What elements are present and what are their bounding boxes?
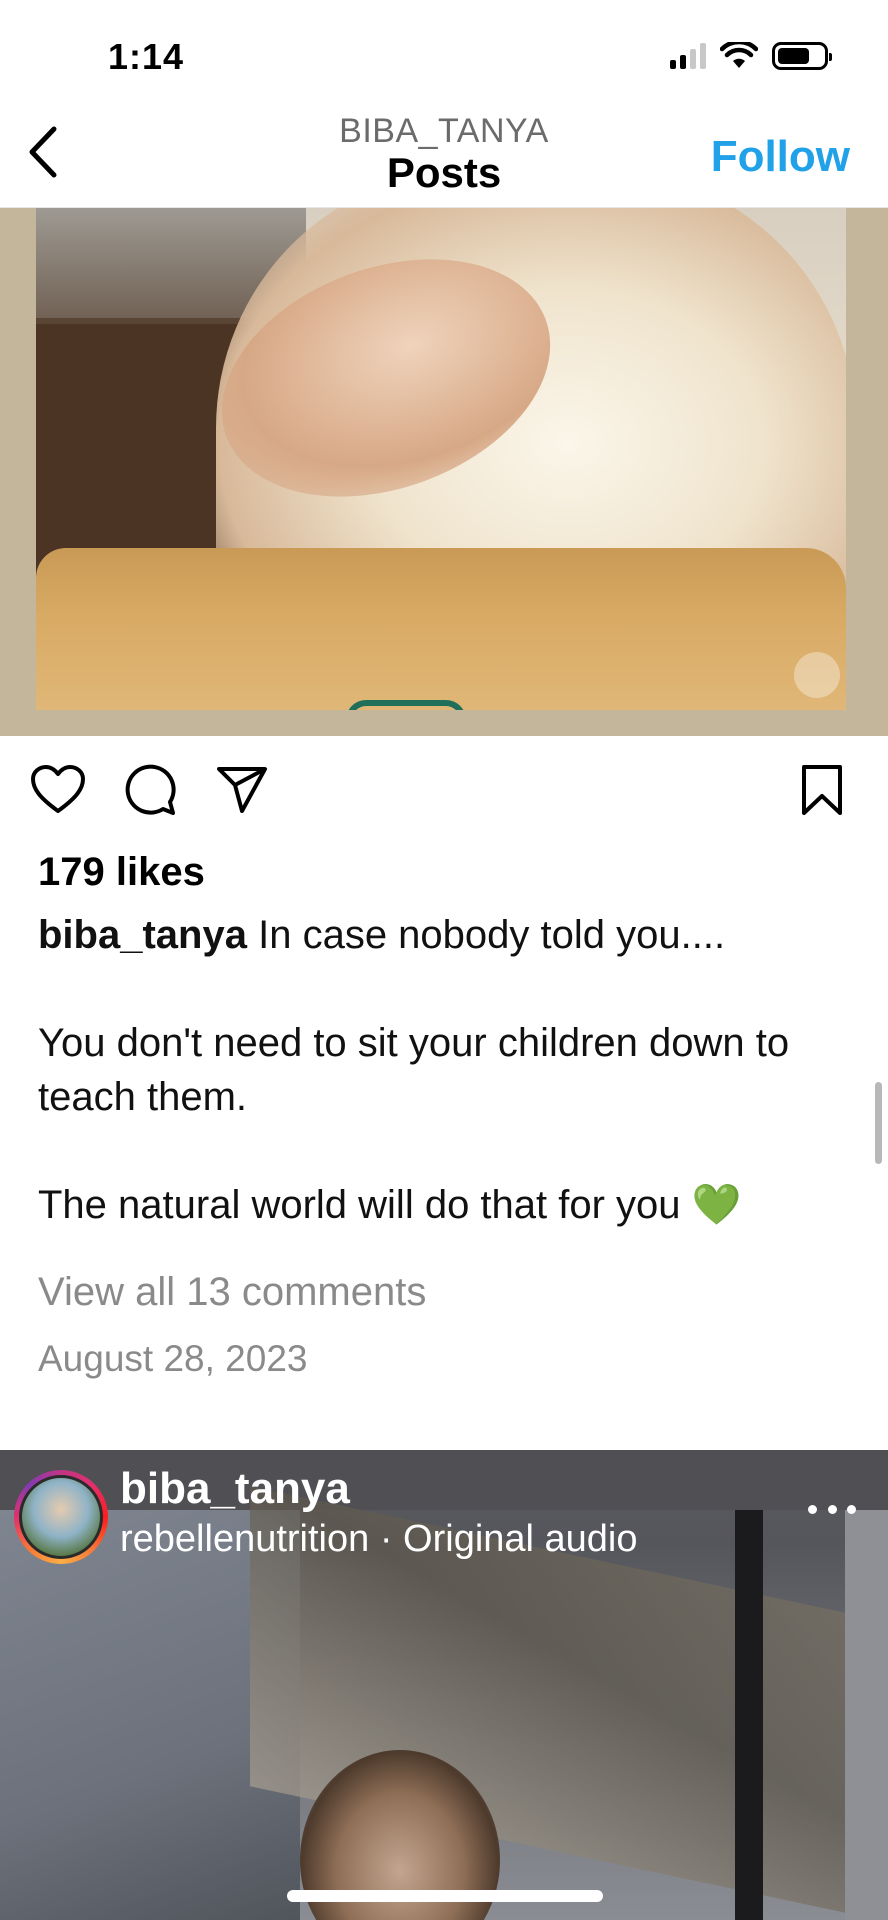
post-date: August 28, 2023 (38, 1338, 308, 1379)
like-button[interactable] (28, 760, 88, 820)
scrollbar[interactable] (875, 1082, 882, 1164)
story-ring[interactable] (14, 1470, 108, 1564)
audio-attribution[interactable]: rebellenutrition · Original audio (120, 1518, 638, 1561)
heart-icon (31, 765, 85, 813)
follow-button[interactable]: Follow (711, 132, 850, 182)
caption-line (38, 1124, 858, 1178)
share-button[interactable] (212, 760, 272, 820)
share-icon (217, 767, 267, 813)
likes-count[interactable]: 179 likes (38, 850, 205, 895)
caption-username[interactable]: biba_tanya (38, 913, 247, 957)
comment-icon (125, 764, 176, 815)
post-video-frame (36, 208, 846, 710)
home-indicator[interactable] (287, 1890, 603, 1902)
status-time: 1:14 (108, 36, 185, 77)
battery-icon (772, 42, 832, 70)
view-comments-link[interactable]: View all 13 comments (38, 1270, 426, 1315)
caption-line: The natural world will do that for you 💚 (38, 1183, 742, 1227)
cellular-signal-icon (670, 43, 706, 69)
post-actions (0, 760, 888, 820)
status-bar: 1:14 (0, 0, 888, 110)
header: BIBA_TANYA Posts Follow (0, 110, 888, 208)
caption-line: In case nobody told you.... (258, 913, 726, 957)
wifi-icon (720, 42, 758, 68)
caption-line (38, 962, 858, 1016)
caption-line: You don't need to sit your children down… (38, 1021, 790, 1119)
avatar[interactable] (19, 1475, 103, 1559)
bookmark-icon (802, 765, 842, 815)
post-caption: biba_tanya In case nobody told you.... Y… (38, 908, 858, 1232)
post-video[interactable] (0, 208, 888, 736)
mute-icon[interactable] (794, 652, 840, 698)
more-horizontal-icon[interactable] (808, 1494, 856, 1524)
comment-button[interactable] (120, 760, 180, 820)
status-icons (670, 42, 832, 70)
next-post-username[interactable]: biba_tanya (120, 1464, 350, 1514)
save-button[interactable] (792, 760, 852, 820)
